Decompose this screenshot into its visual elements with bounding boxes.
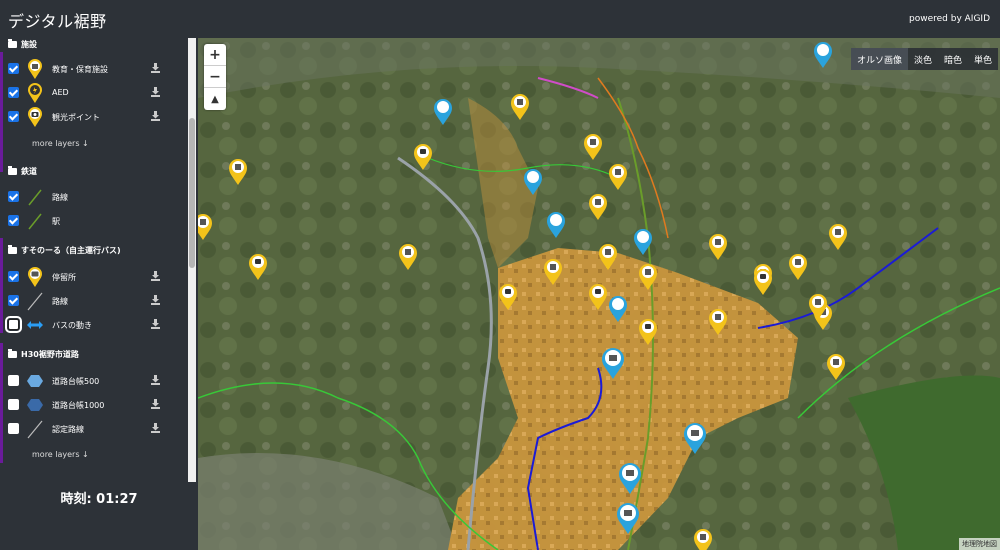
- layer-row-education: 教育・保育施設: [0, 57, 186, 81]
- school-pin-icon: [28, 59, 42, 79]
- camera-pin-icon: [28, 107, 42, 127]
- folder-icon: [8, 39, 17, 48]
- layer-row-road1000: 道路台帳1000: [0, 393, 186, 417]
- map-attribution[interactable]: 地理院地図: [959, 538, 1000, 550]
- aed-pin-icon: [28, 83, 42, 103]
- layer-checkbox[interactable]: [5, 316, 22, 333]
- basemap-dark-button[interactable]: 暗色: [937, 48, 968, 70]
- download-icon[interactable]: [151, 375, 160, 385]
- layer-checkbox[interactable]: [8, 87, 19, 98]
- layer-label: 停留所: [52, 273, 76, 282]
- layer-label: バスの動き: [52, 321, 92, 330]
- road-line-icon: [27, 420, 43, 439]
- powered-by-label: powered by AIGID: [909, 14, 990, 24]
- layer-row-bus-line: 路線: [0, 289, 186, 313]
- layer-checkbox[interactable]: [8, 423, 19, 434]
- download-icon[interactable]: [151, 87, 160, 97]
- rail-line-icon: [28, 189, 42, 206]
- layer-checkbox[interactable]: [8, 375, 19, 386]
- more-layers-link[interactable]: more layers ↓: [32, 450, 89, 459]
- group-header-facilities[interactable]: 施設: [8, 39, 37, 50]
- download-icon[interactable]: [151, 399, 160, 409]
- station-line-icon: [28, 213, 42, 230]
- download-icon[interactable]: [151, 111, 160, 121]
- layer-label: 教育・保育施設: [52, 65, 108, 74]
- download-icon[interactable]: [151, 423, 160, 433]
- group-title: 施設: [21, 40, 37, 49]
- folder-icon: [8, 245, 17, 254]
- compass-reset-button[interactable]: ▲: [204, 88, 226, 110]
- layer-checkbox[interactable]: [8, 191, 19, 202]
- download-icon[interactable]: [151, 319, 160, 329]
- bus-stop-pin-icon: [28, 267, 42, 287]
- layer-sidebar: 施設 教育・保育施設 AED 観光ポイント more layers ↓ 鉄道 路…: [0, 38, 198, 482]
- group-title: H30裾野市道路: [21, 350, 79, 359]
- layer-checkbox[interactable]: [8, 63, 19, 74]
- app-header: デジタル裾野 powered by AIGID: [0, 0, 1000, 38]
- layer-label: 認定路線: [52, 425, 84, 434]
- layer-checkbox[interactable]: [8, 295, 19, 306]
- layer-row-certified-road: 認定路線: [0, 417, 186, 441]
- more-layers-link[interactable]: more layers ↓: [32, 139, 89, 148]
- hexagon-light-icon: [27, 375, 43, 387]
- bus-move-arrow-icon: [27, 321, 43, 329]
- download-icon[interactable]: [151, 271, 160, 281]
- layer-label: AED: [52, 88, 69, 97]
- group-header-bus[interactable]: すそのーる（自主運行バス): [8, 245, 121, 256]
- group-title: すそのーる（自主運行バス): [21, 246, 121, 255]
- folder-icon: [8, 166, 17, 175]
- download-icon[interactable]: [151, 295, 160, 305]
- folder-icon: [8, 349, 17, 358]
- layer-label: 路線: [52, 193, 68, 202]
- layer-row-station: 駅: [0, 209, 186, 233]
- sidebar-scrollbar-thumb[interactable]: [189, 118, 195, 268]
- group-title: 鉄道: [21, 167, 37, 176]
- layer-checkbox[interactable]: [8, 215, 19, 226]
- layer-label: 道路台帳1000: [52, 401, 105, 410]
- layer-checkbox[interactable]: [8, 399, 19, 410]
- basemap-ortho-button[interactable]: オルソ画像: [850, 48, 908, 70]
- map-view[interactable]: [198, 38, 1000, 550]
- layer-checkbox[interactable]: [8, 111, 19, 122]
- layer-row-road500: 道路台帳500: [0, 369, 186, 393]
- map-canvas[interactable]: [198, 38, 1000, 550]
- app-title: デジタル裾野: [8, 12, 107, 31]
- layer-row-bus-stop: 停留所: [0, 265, 186, 289]
- group-header-railway[interactable]: 鉄道: [8, 166, 37, 177]
- basemap-light-button[interactable]: 淡色: [907, 48, 938, 70]
- bus-line-icon: [27, 292, 43, 311]
- layer-label: 駅: [52, 217, 60, 226]
- group-header-roads[interactable]: H30裾野市道路: [8, 349, 79, 360]
- zoom-control: + − ▲: [204, 44, 226, 110]
- layer-label: 路線: [52, 297, 68, 306]
- layer-row-aed: AED: [0, 81, 186, 105]
- layer-label: 道路台帳500: [52, 377, 100, 386]
- zoom-in-button[interactable]: +: [204, 44, 226, 66]
- download-icon[interactable]: [151, 63, 160, 73]
- hexagon-dark-icon: [27, 399, 43, 411]
- layer-label: 観光ポイント: [52, 113, 100, 122]
- basemap-mono-button[interactable]: 単色: [967, 48, 998, 70]
- zoom-out-button[interactable]: −: [204, 66, 226, 88]
- basemap-switcher: オルソ画像 淡色 暗色 単色: [850, 48, 998, 70]
- time-display: 時刻: 01:27: [0, 482, 198, 550]
- layer-row-tourism: 観光ポイント: [0, 105, 186, 129]
- layer-row-bus-move: バスの動き: [0, 313, 186, 337]
- layer-row-rail-line: 路線: [0, 185, 186, 209]
- layer-checkbox[interactable]: [8, 271, 19, 282]
